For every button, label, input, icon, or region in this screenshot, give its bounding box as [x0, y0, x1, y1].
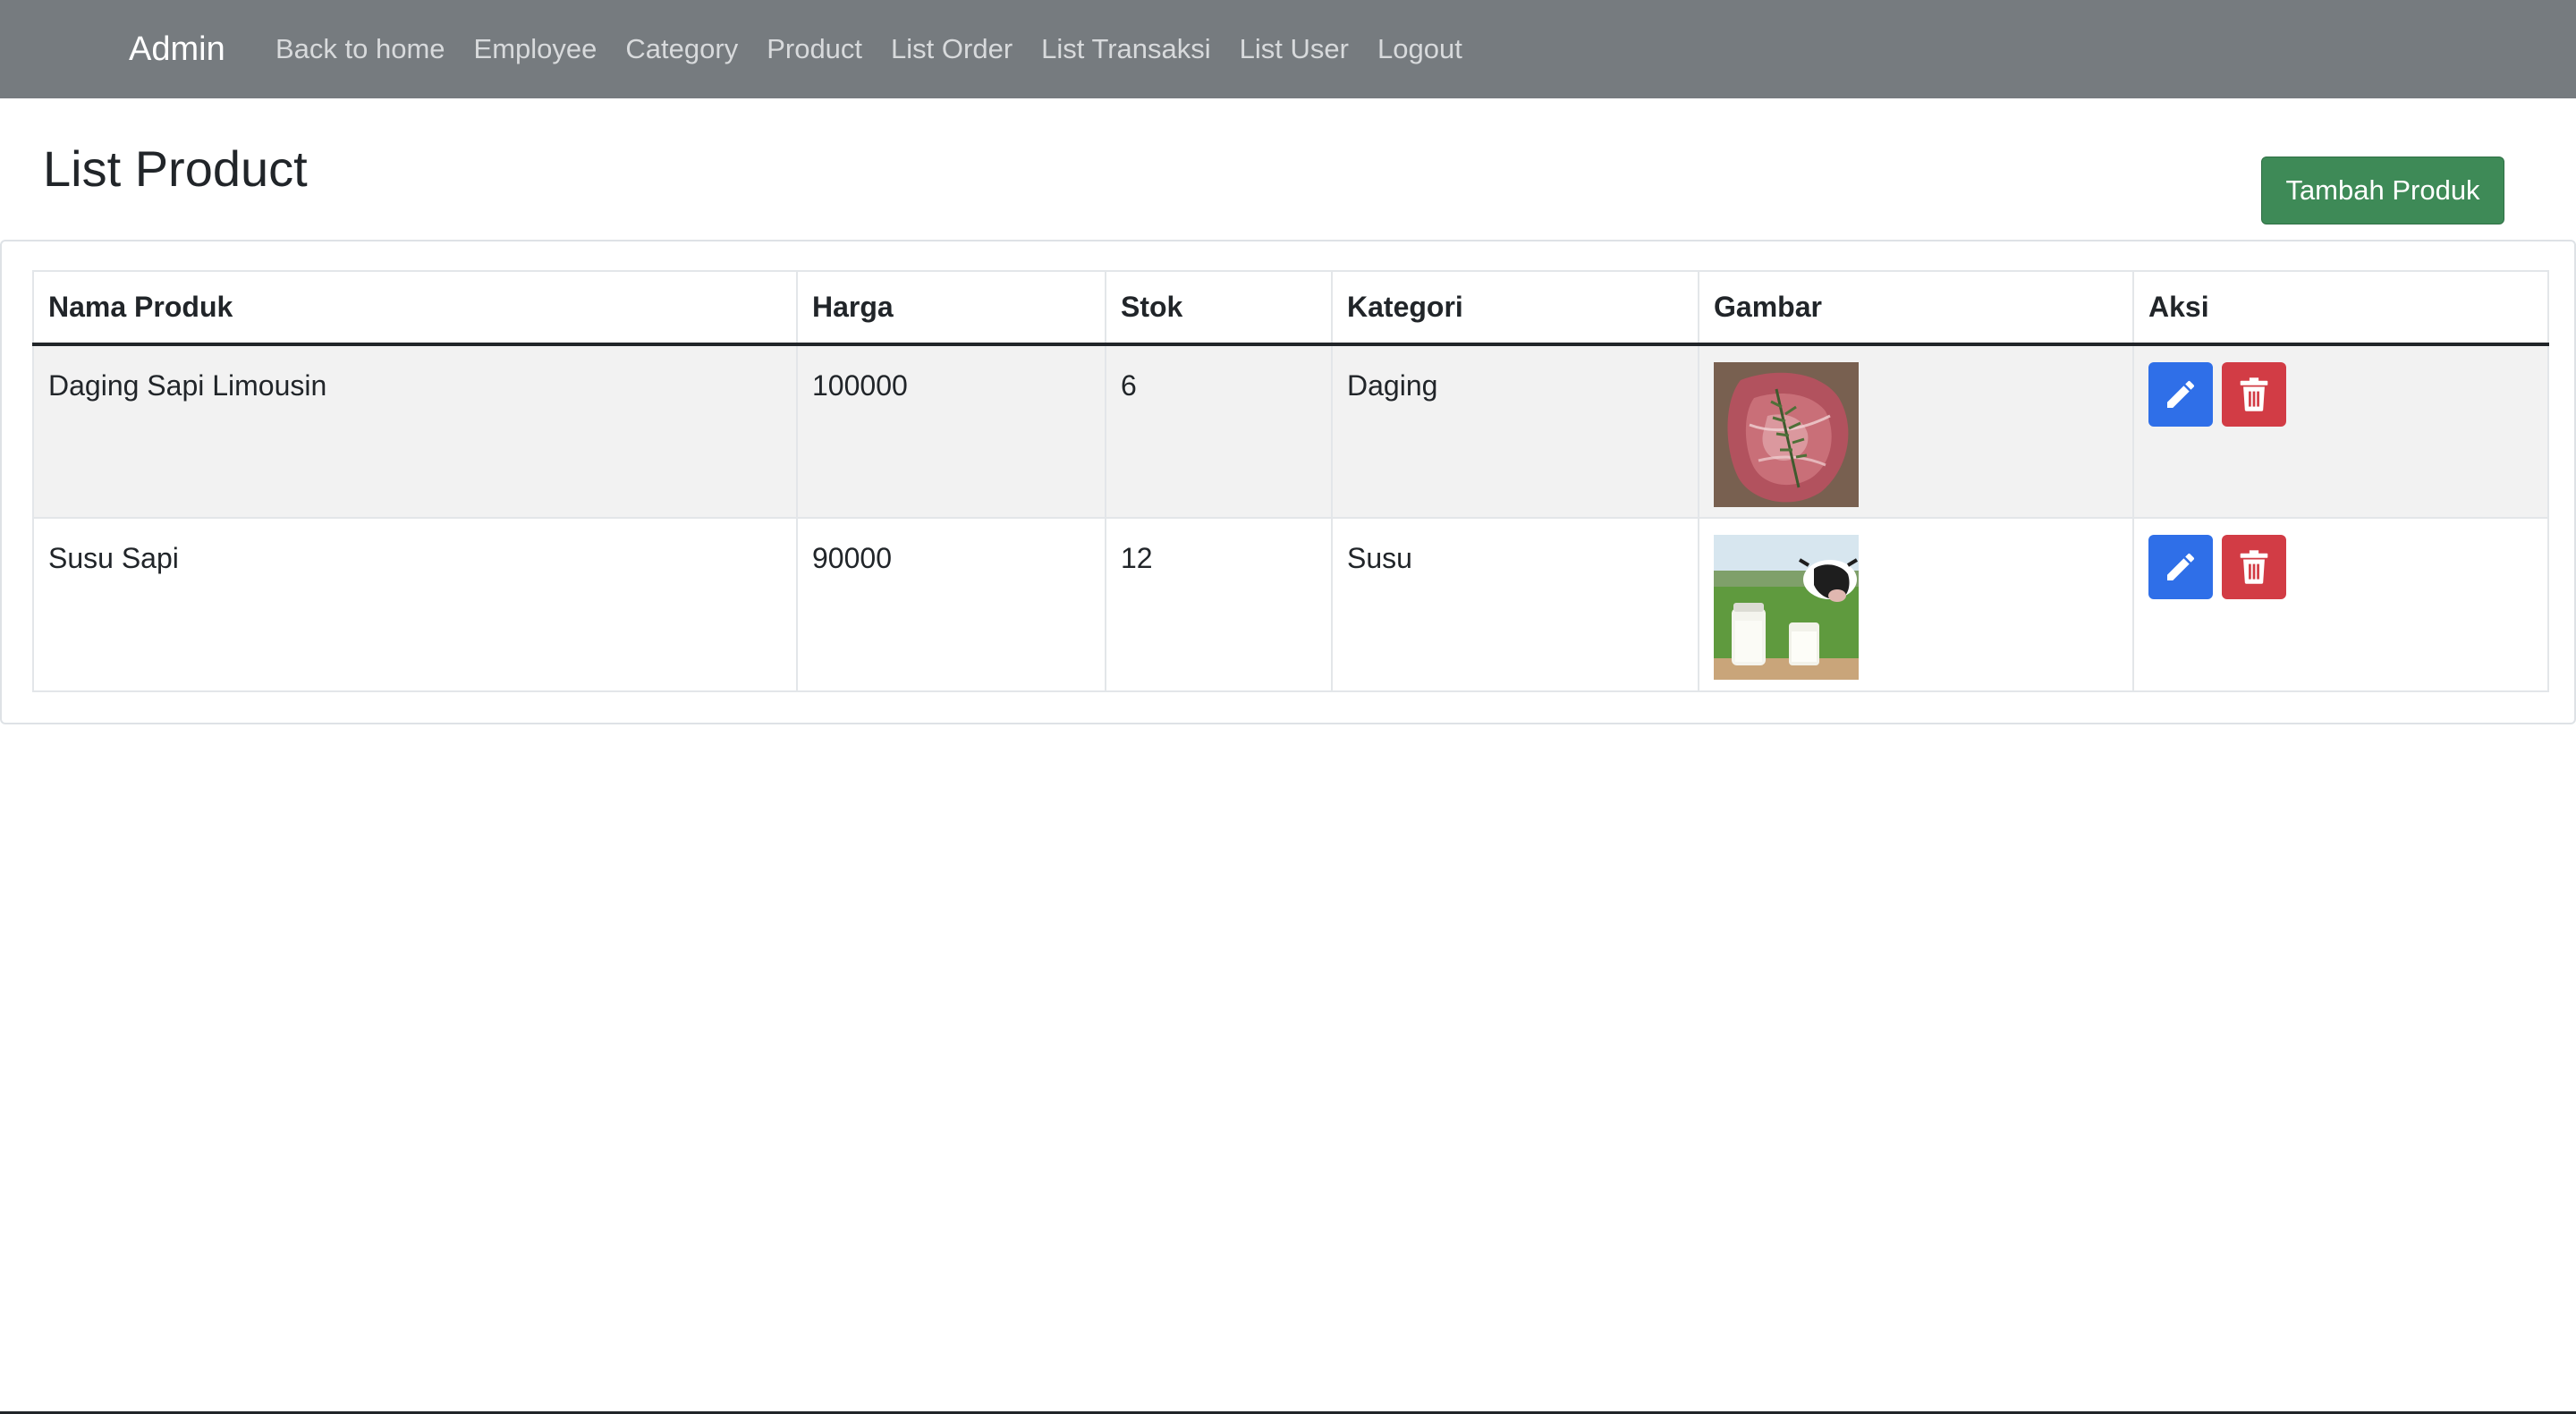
product-table: Nama Produk Harga Stok Kategori Gambar A… — [32, 270, 2549, 692]
cell-category: Susu — [1331, 517, 1699, 692]
trash-icon — [2240, 550, 2268, 584]
trash-icon — [2240, 377, 2268, 411]
page-title: List Product — [43, 140, 308, 197]
nav-link-back-to-home[interactable]: Back to home — [275, 33, 445, 65]
navbar: Admin Back to home Employee Category Pro… — [0, 0, 2576, 98]
header-stok: Stok — [1105, 270, 1333, 346]
cell-product-name: Daging Sapi Limousin — [32, 343, 798, 519]
nav-link-list-transaksi[interactable]: List Transaksi — [1041, 33, 1211, 65]
pencil-icon — [2167, 380, 2195, 408]
nav-link-logout[interactable]: Logout — [1377, 33, 1462, 65]
edit-button[interactable] — [2148, 535, 2213, 599]
header-harga: Harga — [796, 270, 1106, 346]
cell-price: 100000 — [796, 343, 1106, 519]
delete-button[interactable] — [2222, 535, 2286, 599]
nav-link-list-user[interactable]: List User — [1240, 33, 1349, 65]
cell-price: 90000 — [796, 517, 1106, 692]
add-product-button[interactable]: Tambah Produk — [2261, 157, 2504, 224]
cell-stock: 12 — [1105, 517, 1333, 692]
cell-category: Daging — [1331, 343, 1699, 519]
header-aksi: Aksi — [2132, 270, 2549, 346]
header-gambar: Gambar — [1698, 270, 2134, 346]
cell-stock: 6 — [1105, 343, 1333, 519]
nav-link-employee[interactable]: Employee — [474, 33, 597, 65]
cell-image — [1698, 517, 2134, 692]
product-card: Nama Produk Harga Stok Kategori Gambar A… — [0, 240, 2576, 724]
nav-link-list-order[interactable]: List Order — [891, 33, 1013, 65]
table-row: Daging Sapi Limousin 100000 6 Daging — [32, 343, 2549, 519]
nav-link-category[interactable]: Category — [625, 33, 738, 65]
beef-steak-image — [1714, 362, 1859, 507]
cell-actions — [2132, 517, 2549, 692]
row-actions — [2148, 535, 2533, 599]
navbar-brand[interactable]: Admin — [129, 0, 225, 98]
cell-actions — [2132, 343, 2549, 519]
header-nama-produk: Nama Produk — [32, 270, 798, 346]
delete-button[interactable] — [2222, 362, 2286, 427]
nav-links: Back to home Employee Category Product L… — [275, 0, 1491, 98]
pencil-icon — [2167, 553, 2195, 580]
milk-cow-image — [1714, 535, 1859, 680]
edit-button[interactable] — [2148, 362, 2213, 427]
table-row: Susu Sapi 90000 12 Susu — [32, 517, 2549, 692]
row-actions — [2148, 362, 2533, 427]
cell-product-name: Susu Sapi — [32, 517, 798, 692]
cell-image — [1698, 343, 2134, 519]
header-kategori: Kategori — [1331, 270, 1699, 346]
table-header-row: Nama Produk Harga Stok Kategori Gambar A… — [32, 270, 2549, 346]
nav-link-product[interactable]: Product — [767, 33, 862, 65]
